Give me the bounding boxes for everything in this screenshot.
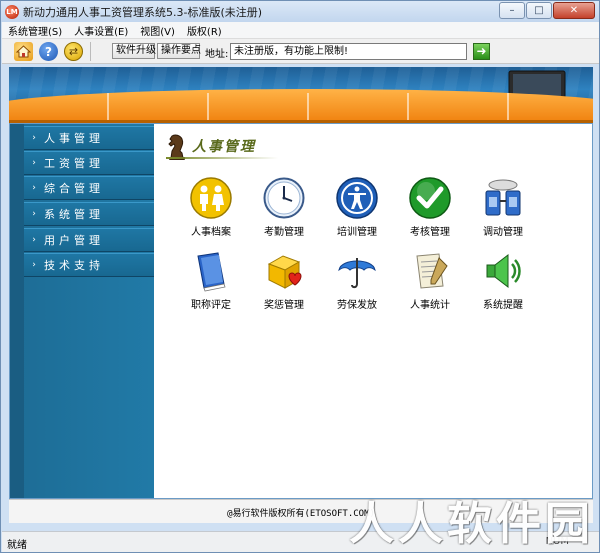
maximize-button[interactable]: □ xyxy=(526,2,552,19)
item-attendance[interactable]: 考勤管理 xyxy=(248,176,320,244)
minimize-button[interactable]: – xyxy=(499,2,525,19)
chevron-right-icon: › xyxy=(32,260,36,270)
umbrella-icon xyxy=(335,249,379,293)
window-title: 新动力通用人事工资管理系统5.3-标准版(未注册) xyxy=(23,5,263,19)
toolbar: ? ⇄ 软件升级 操作要点 地址: 未注册版，有功能上限制! ➜ xyxy=(2,38,599,64)
item-label: 培训管理 xyxy=(337,227,377,238)
item-label: 人事统计 xyxy=(410,300,450,311)
chevron-right-icon: › xyxy=(32,235,36,245)
report-icon xyxy=(408,249,452,293)
people-icon xyxy=(189,176,233,220)
help-icon[interactable]: ? xyxy=(39,42,58,61)
home-glyph-icon xyxy=(16,45,31,58)
check-icon xyxy=(408,176,452,220)
sidebar-item-system[interactable]: › 系统管理 xyxy=(24,202,154,226)
item-label: 考核管理 xyxy=(410,227,450,238)
item-transfer[interactable]: 调动管理 xyxy=(467,176,539,244)
item-rewards[interactable]: 奖惩管理 xyxy=(248,249,320,317)
item-label: 奖惩管理 xyxy=(264,300,304,311)
sidebar-item-label: 人事管理 xyxy=(44,132,104,145)
item-label: 调动管理 xyxy=(483,227,523,238)
sidebar-strip xyxy=(10,124,24,498)
menu-system[interactable]: 系统管理(S) xyxy=(2,23,68,38)
item-personnel-files[interactable]: 人事档案 xyxy=(175,176,247,244)
window-controls: – □ ✕ xyxy=(498,2,595,19)
section-title: 人事管理 xyxy=(192,139,256,155)
chevron-right-icon: › xyxy=(32,183,36,193)
watermark: 人人软件园 xyxy=(349,497,595,550)
content-panel: 人事管理 人事档案 考勤管理 培训管理 考核管理 调动管理 职称评定 奖惩管理 … xyxy=(154,124,592,498)
sidebar-item-label: 用户管理 xyxy=(44,234,104,247)
item-assessment[interactable]: 考核管理 xyxy=(394,176,466,244)
status-text: 就绪 xyxy=(7,540,27,551)
header-banner xyxy=(9,67,593,123)
gift-icon xyxy=(262,249,306,293)
close-button[interactable]: ✕ xyxy=(553,2,595,19)
app-logo-icon: LM xyxy=(5,4,19,19)
item-label: 职称评定 xyxy=(191,300,231,311)
operation-tips-button[interactable]: 操作要点 xyxy=(157,43,201,59)
item-training[interactable]: 培训管理 xyxy=(321,176,393,244)
book-icon xyxy=(189,249,233,293)
address-input[interactable]: 未注册版，有功能上限制! xyxy=(230,43,467,60)
item-title-evaluation[interactable]: 职称评定 xyxy=(175,249,247,317)
menu-view[interactable]: 视图(V) xyxy=(134,23,181,38)
chevron-right-icon: › xyxy=(32,133,36,143)
section-underline xyxy=(166,157,278,159)
exit-icon[interactable]: ⇄ xyxy=(64,42,83,61)
accessibility-icon xyxy=(335,176,379,220)
item-label: 考勤管理 xyxy=(264,227,304,238)
item-label: 系统提醒 xyxy=(483,300,523,311)
menu-bar: 系统管理(S) 人事设置(E) 视图(V) 版权(R) xyxy=(2,22,599,38)
sidebar-item-personnel[interactable]: › 人事管理 xyxy=(24,126,154,150)
banner-dividers xyxy=(9,93,593,123)
home-icon[interactable] xyxy=(14,42,33,61)
item-system-reminder[interactable]: 系统提醒 xyxy=(467,249,539,317)
chevron-right-icon: › xyxy=(32,158,36,168)
menu-hr-settings[interactable]: 人事设置(E) xyxy=(68,23,134,38)
clock-icon xyxy=(262,176,306,220)
address-label: 地址: xyxy=(205,49,229,60)
chevron-right-icon: › xyxy=(32,209,36,219)
sidebar-item-general[interactable]: › 综合管理 xyxy=(24,176,154,200)
transfer-icon xyxy=(481,176,525,220)
toolbar-separator xyxy=(90,42,91,61)
item-label: 人事档案 xyxy=(191,227,231,238)
item-labor-protection[interactable]: 劳保发放 xyxy=(321,249,393,317)
item-hr-statistics[interactable]: 人事统计 xyxy=(394,249,466,317)
sidebar-item-salary[interactable]: › 工资管理 xyxy=(24,151,154,175)
arrow-right-icon[interactable]: ➜ xyxy=(473,43,490,60)
app-window: LM 新动力通用人事工资管理系统5.3-标准版(未注册) – □ ✕ 系统管理(… xyxy=(0,0,600,553)
sidebar-item-label: 系统管理 xyxy=(44,208,104,221)
sidebar-item-support[interactable]: › 技术支持 xyxy=(24,253,154,277)
sidebar-item-label: 技术支持 xyxy=(44,259,104,272)
title-bar[interactable]: LM 新动力通用人事工资管理系统5.3-标准版(未注册) – □ ✕ xyxy=(1,1,599,22)
menu-copyright[interactable]: 版权(R) xyxy=(181,23,228,38)
upgrade-button[interactable]: 软件升级 xyxy=(112,43,156,59)
item-label: 劳保发放 xyxy=(337,300,377,311)
sidebar-item-label: 工资管理 xyxy=(44,157,104,170)
sidebar-item-label: 综合管理 xyxy=(44,182,104,195)
sidebar-item-users[interactable]: › 用户管理 xyxy=(24,228,154,252)
speaker-icon xyxy=(481,249,525,293)
